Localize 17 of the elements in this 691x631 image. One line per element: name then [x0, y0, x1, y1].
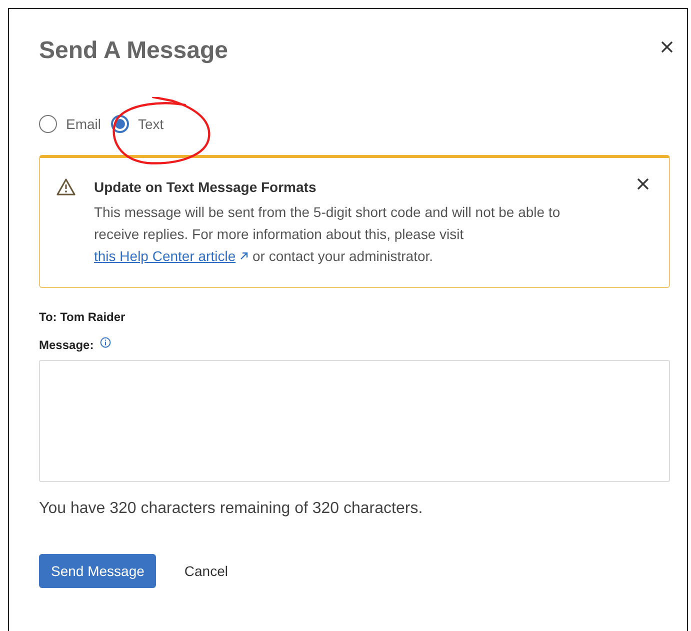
close-icon[interactable] [661, 41, 673, 53]
alert-message: This message will be sent from the 5-digit short code and will not be able to receive replies. For more information about this, please visit this Help Center article or contact your administrator. [94, 203, 562, 266]
radio-option[interactable]: Text [111, 115, 164, 133]
radio-option[interactable]: Email [39, 115, 102, 133]
warning-icon [56, 178, 76, 196]
dialog-title: Send A Message [39, 37, 228, 65]
message-label: Message: [39, 338, 94, 352]
info-icon[interactable] [100, 336, 111, 348]
character-counter: You have 320 characters remaining of 320 characters. [39, 500, 424, 518]
help-link[interactable]: this Help Center article [94, 248, 236, 264]
close-icon[interactable] [637, 178, 649, 190]
recipient-label: To: Tom Raider [39, 310, 126, 324]
send-button[interactable]: Send Message [39, 554, 156, 588]
message-field[interactable] [39, 360, 670, 482]
external-link-icon [238, 251, 249, 261]
alert-title: Update on Text Message Formats [94, 179, 318, 195]
cancel-button[interactable]: Cancel [184, 554, 228, 588]
